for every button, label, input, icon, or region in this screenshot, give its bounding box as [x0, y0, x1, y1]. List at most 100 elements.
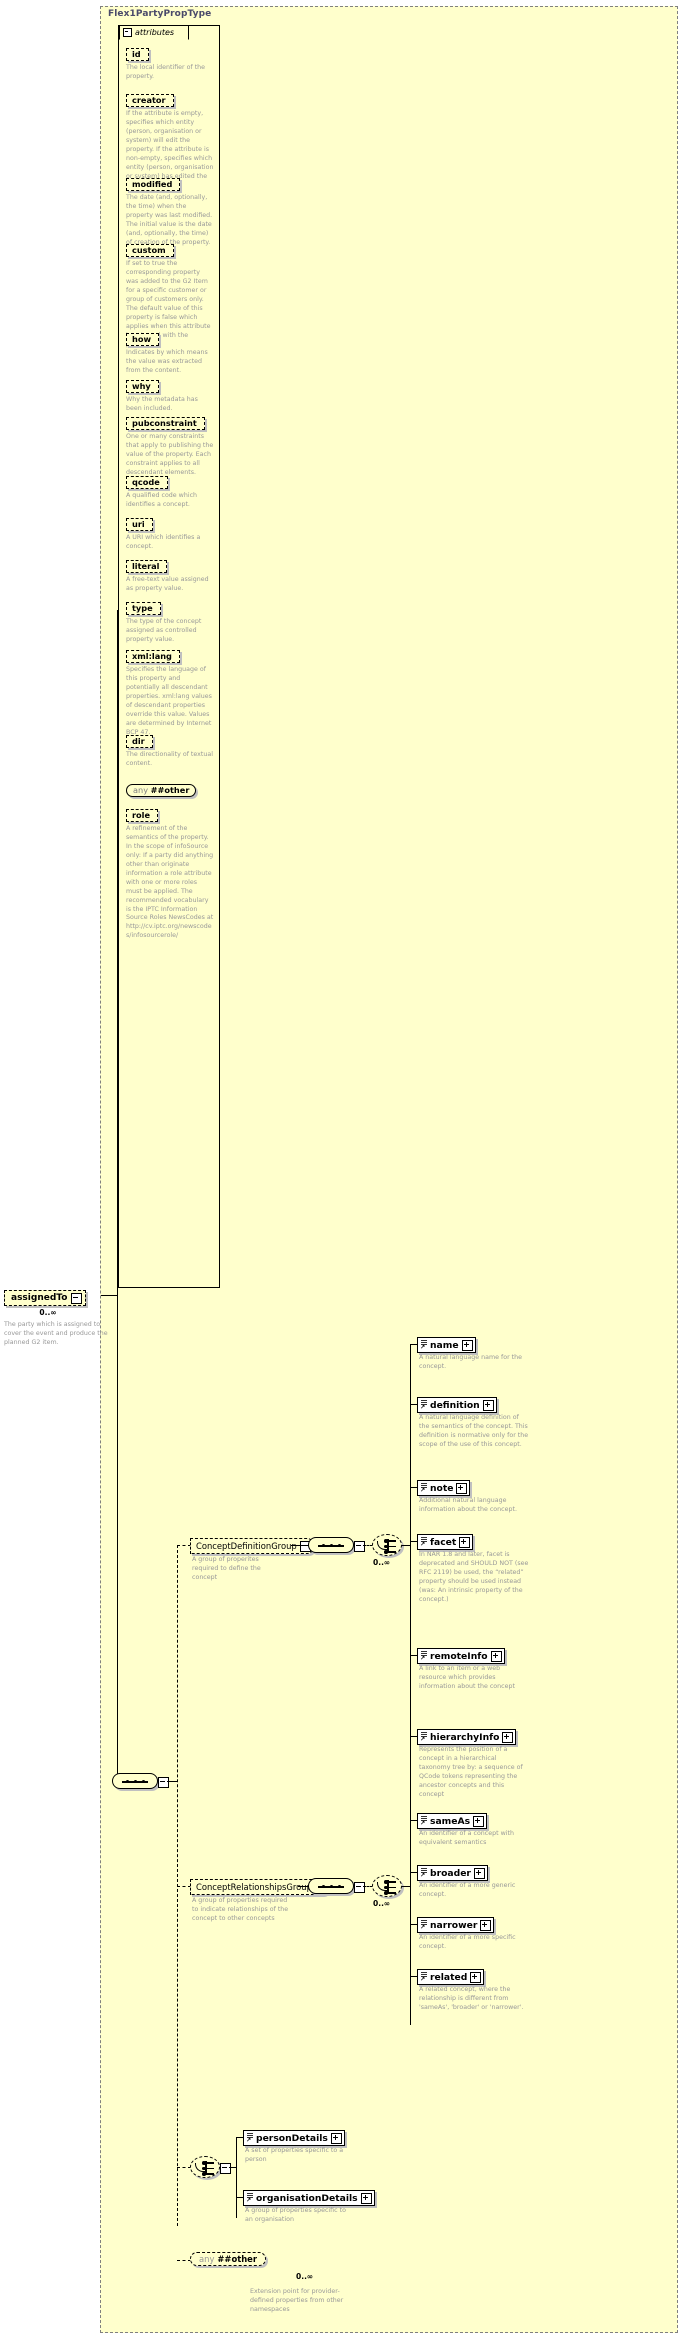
crg-occurrence: 0..∞: [373, 1899, 391, 1908]
group-label: ConceptDefinitionGroup: [196, 1541, 297, 1551]
expand-icon[interactable]: [459, 1536, 471, 1548]
element-broader[interactable]: ↗ broader: [417, 1865, 488, 1881]
element-description: A natural language definition of the sem…: [419, 1414, 529, 1448]
connector-line-dashed: [177, 1886, 191, 1887]
element-organisationdetails[interactable]: ↗ organisationDetails: [243, 2190, 375, 2206]
attribute-description: A qualified code which identifies a conc…: [126, 492, 198, 509]
expand-icon[interactable]: [330, 2132, 342, 2144]
collapse-icon[interactable]: [220, 2163, 231, 2174]
attribute-row-uri: uri A URI which identifies a concept.: [126, 512, 214, 552]
expand-icon[interactable]: [360, 2192, 372, 2204]
element-icon: ↗: [246, 2132, 255, 2144]
attribute-row-role: role A refinement of the semantics of th…: [126, 803, 214, 941]
any-namespace: ##other: [150, 785, 190, 795]
element-label: organisationDetails: [256, 2192, 358, 2204]
assignedto-label: assignedTo: [11, 1293, 68, 1303]
element-description: Additional natural language information …: [419, 1497, 517, 1513]
attribute-name[interactable]: id: [126, 47, 149, 62]
element-related[interactable]: ↗ related: [417, 1969, 485, 1985]
collapse-icon[interactable]: [158, 1777, 169, 1788]
choice-symbol-crg[interactable]: [372, 1875, 402, 1897]
connector-line-dashed: [177, 2260, 191, 2261]
any-attribute-box[interactable]: any ##other: [126, 783, 197, 798]
expand-icon[interactable]: [502, 1731, 514, 1743]
attribute-row-pubconstraint: pubconstraint One or many constraints th…: [126, 411, 214, 478]
attribute-name[interactable]: how: [126, 332, 160, 347]
attribute-name[interactable]: type: [126, 601, 161, 616]
connector-line-dashed: [177, 1545, 191, 1546]
attribute-name[interactable]: pubconstraint: [126, 416, 205, 431]
element-description: An identifier of a more generic concept.: [419, 1882, 516, 1898]
element-description: Represents the position of a concept in …: [419, 1746, 523, 1798]
attribute-row-literal: literal A free-text value assigned as pr…: [126, 554, 214, 594]
group-label: ConceptRelationshipsGroup: [196, 1882, 312, 1892]
collapse-icon[interactable]: [71, 1292, 83, 1304]
any-occurrence: 0..∞: [296, 2272, 314, 2281]
attribute-name[interactable]: role: [126, 808, 159, 823]
element-description: A set of properties specific to a person: [245, 2147, 344, 2163]
attribute-name[interactable]: uri: [126, 517, 153, 532]
element-facet[interactable]: ↗ facet: [417, 1534, 474, 1550]
expand-icon[interactable]: [482, 1399, 494, 1411]
attribute-row-type: type The type of the concept assigned as…: [126, 596, 214, 645]
element-note[interactable]: ↗ note: [417, 1480, 471, 1496]
sequence-symbol-main[interactable]: [112, 1773, 158, 1789]
attribute-description: A URI which identifies a concept.: [126, 534, 201, 551]
connector-line: [117, 1295, 118, 1781]
attribute-name[interactable]: xml:lang: [126, 649, 180, 664]
connector-line: [117, 610, 118, 1296]
connector-line: [402, 1886, 410, 1887]
element-icon: ↗: [420, 1482, 429, 1494]
collapse-icon[interactable]: [354, 1541, 365, 1552]
any-namespace: ##other: [217, 2254, 257, 2264]
element-icon: ↗: [420, 1731, 429, 1743]
element-hierarchyinfo[interactable]: ↗ hierarchyInfo: [417, 1729, 517, 1745]
element-icon: ↗: [420, 1399, 429, 1411]
attribute-name[interactable]: qcode: [126, 475, 168, 490]
assignedto-element-box[interactable]: assignedTo: [4, 1290, 87, 1306]
connector-line-dashed: [177, 2167, 191, 2168]
element-icon: ↗: [420, 1919, 429, 1931]
attribute-name[interactable]: creator: [126, 93, 174, 108]
expand-icon[interactable]: [470, 1971, 482, 1983]
expand-icon[interactable]: [456, 1482, 468, 1494]
attribute-name[interactable]: modified: [126, 177, 181, 192]
attribute-name[interactable]: literal: [126, 559, 168, 574]
element-label: hierarchyInfo: [430, 1731, 500, 1743]
element-sameas[interactable]: ↗ sameAs: [417, 1813, 488, 1829]
root-element-assignedto: assignedTo 0..∞ The party which is assig…: [4, 1285, 116, 1348]
attribute-description: A free-text value assigned as property v…: [126, 576, 209, 593]
group-conceptdefinitiongroup[interactable]: ConceptDefinitionGroup: [190, 1538, 314, 1554]
expand-icon[interactable]: [480, 1919, 492, 1931]
expand-icon[interactable]: [461, 1339, 473, 1351]
element-label: name: [430, 1339, 459, 1351]
sequence-symbol-cdg[interactable]: [308, 1537, 354, 1553]
element-name[interactable]: ↗ name: [417, 1337, 476, 1353]
element-definition[interactable]: ↗ definition: [417, 1397, 497, 1413]
choice-symbol-details[interactable]: [190, 2156, 220, 2178]
expand-icon[interactable]: [490, 1650, 502, 1662]
choice-symbol-cdg[interactable]: [372, 1534, 402, 1556]
element-icon: ↗: [420, 1971, 429, 1983]
element-icon: ↗: [420, 1815, 429, 1827]
attributes-tab[interactable]: attributes: [119, 25, 189, 40]
attribute-row-qcode: qcode A qualified code which identifies …: [126, 470, 214, 510]
element-description: An identifier of a concept with equivale…: [419, 1830, 514, 1846]
element-remoteinfo[interactable]: ↗ remoteInfo: [417, 1648, 505, 1664]
attribute-description: The type of the concept assigned as cont…: [126, 618, 202, 643]
attribute-name[interactable]: custom: [126, 243, 174, 258]
element-label: note: [430, 1482, 454, 1494]
attribute-description: A refinement of the semantics of the pro…: [126, 825, 214, 940]
collapse-icon[interactable]: [354, 1882, 365, 1893]
sequence-symbol-crg[interactable]: [308, 1878, 354, 1894]
expand-icon[interactable]: [473, 1815, 485, 1827]
attribute-name[interactable]: why: [126, 379, 159, 394]
assignedto-description: The party which is assigned to cover the…: [4, 1321, 108, 1346]
expand-icon[interactable]: [473, 1867, 485, 1879]
element-narrower[interactable]: ↗ narrower: [417, 1917, 495, 1933]
attribute-name[interactable]: dir: [126, 734, 153, 749]
any-keyword: any: [199, 2254, 215, 2264]
any-element-box[interactable]: any ##other: [190, 2252, 266, 2266]
collapse-icon[interactable]: [123, 28, 132, 37]
element-persondetails[interactable]: ↗ personDetails: [243, 2130, 345, 2146]
